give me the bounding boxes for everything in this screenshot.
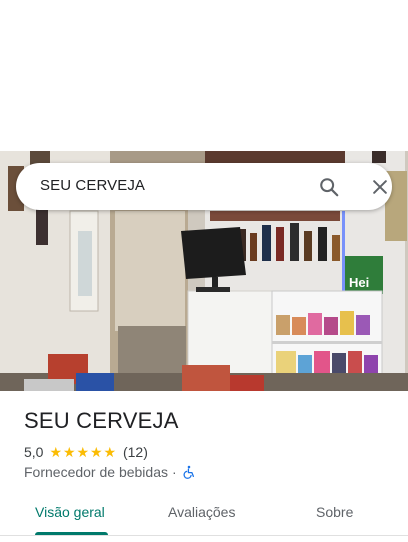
search-input[interactable]: SEU CERVEJA — [40, 177, 145, 194]
rating-row[interactable]: 5,0 ★ ★ ★ ★ ★ (12) — [24, 443, 148, 461]
place-category: Fornecedor de bebidas — [24, 464, 168, 480]
place-name: SEU CERVEJA — [24, 408, 179, 433]
star-icon: ★ — [103, 444, 117, 460]
category-separator: · — [172, 464, 177, 480]
tabs-divider — [0, 535, 408, 536]
beer-sign-text: Hei — [349, 275, 369, 290]
tab-overview[interactable]: Visão geral — [35, 504, 105, 520]
tab-about[interactable]: Sobre — [316, 504, 353, 520]
tab-reviews[interactable]: Avaliações — [168, 504, 235, 520]
close-icon — [373, 180, 387, 194]
wheelchair-icon — [183, 465, 194, 479]
map-blank-area — [0, 0, 408, 151]
search-button[interactable] — [316, 174, 342, 200]
place-tabs: Visão geral Avaliações Sobre — [0, 494, 408, 536]
category-row: Fornecedor de bebidas · — [24, 464, 196, 480]
review-count: (12) — [122, 444, 148, 460]
rating-value: 5,0 — [24, 444, 44, 460]
search-icon — [320, 178, 339, 197]
star-icon: ★ — [89, 444, 103, 460]
star-icon: ★ — [76, 444, 90, 460]
close-button[interactable] — [367, 174, 393, 200]
star-icon: ★ — [62, 444, 76, 460]
rating-stars: ★ ★ ★ ★ ★ — [49, 445, 117, 459]
star-icon: ★ — [49, 444, 63, 460]
search-bar[interactable]: SEU CERVEJA — [16, 163, 392, 210]
